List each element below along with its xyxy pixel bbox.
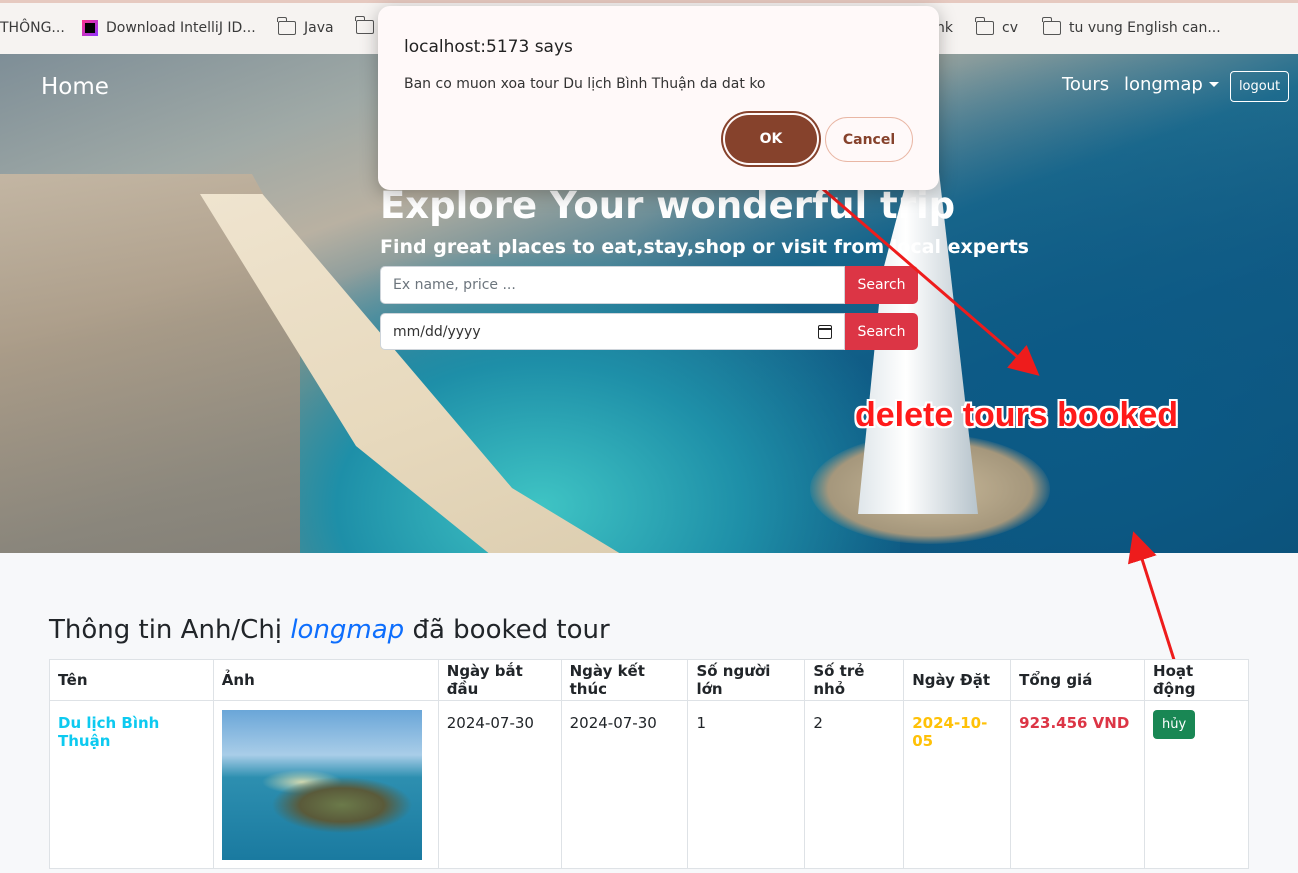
folder-icon	[975, 17, 994, 35]
children-cell: 2	[804, 700, 905, 869]
search-input[interactable]: Ex name, price ...	[380, 266, 845, 304]
column-header: Tổng giá	[1010, 659, 1146, 701]
tour-name-link[interactable]: Du lịch Bình Thuận	[58, 714, 159, 750]
calendar-icon[interactable]	[818, 324, 832, 339]
intellij-icon	[82, 20, 98, 36]
nav-user-dropdown[interactable]: longmap	[1124, 74, 1219, 95]
column-header: Ảnh	[212, 659, 439, 701]
column-header: Số người lớn	[687, 659, 806, 701]
column-header: Ngày kết thúc	[560, 659, 689, 701]
bookings-title: Thông tin Anh/Chị longmap đã booked tour	[49, 615, 610, 645]
search-button[interactable]: Search	[845, 266, 918, 304]
search-date-button[interactable]: Search	[845, 313, 918, 350]
date-input[interactable]: mm/dd/yyyy	[380, 313, 845, 350]
dialog-cancel-button[interactable]: Cancel	[825, 117, 913, 162]
table-row: Du lịch Bình Thuận 2024-07-30 2024-07-30…	[49, 700, 1249, 869]
booked-date: 2024-10-05	[912, 714, 988, 750]
bookmark-label: Download IntelliJ ID...	[106, 20, 256, 36]
logout-button[interactable]: logout	[1230, 71, 1289, 102]
folder-icon	[277, 17, 296, 35]
end-date-cell: 2024-07-30	[560, 700, 689, 869]
bookings-title-prefix: Thông tin Anh/Chị	[49, 615, 283, 645]
tour-photo	[221, 710, 422, 860]
folder-icon	[355, 16, 374, 34]
chevron-down-icon	[1208, 82, 1219, 87]
date-placeholder: mm/dd/yyyy	[393, 323, 481, 340]
column-header: Ngày bắt đầu	[437, 659, 562, 701]
folder-icon	[1042, 17, 1061, 35]
hero-title: Explore Your wonderful trip	[380, 184, 956, 227]
bookmark-item[interactable]: THÔNG...	[0, 20, 65, 36]
nav-tours-link[interactable]: Tours	[1062, 74, 1109, 95]
bookmark-folder[interactable]	[355, 16, 374, 34]
bookmark-label: THÔNG...	[0, 20, 65, 36]
nav-user-label: longmap	[1124, 74, 1203, 95]
bookmark-label: Java	[304, 20, 334, 36]
bookmark-intellij[interactable]: Download IntelliJ ID...	[82, 20, 256, 36]
column-header: Hoạt động	[1144, 659, 1249, 701]
bookmark-folder-english[interactable]: tu vung English can...	[1042, 17, 1221, 36]
hero-subtitle: Find great places to eat,stay,shop or vi…	[380, 236, 1029, 258]
dialog-title: localhost:5173 says	[404, 37, 573, 57]
adults-cell: 1	[687, 700, 806, 869]
search-placeholder: Ex name, price ...	[393, 277, 516, 293]
bookings-title-suffix: đã booked tour	[412, 615, 610, 645]
nav-home-link[interactable]: Home	[41, 74, 109, 100]
table-header-row: Tên Ảnh Ngày bắt đầu Ngày kết thúc Số ng…	[49, 659, 1249, 701]
dialog-ok-button[interactable]: OK	[725, 115, 817, 163]
cancel-booking-button[interactable]: hủy	[1153, 710, 1196, 739]
start-date-cell: 2024-07-30	[437, 700, 562, 869]
column-header: Số trẻ nhỏ	[804, 659, 905, 701]
column-header: Ngày Đặt	[903, 659, 1012, 701]
bookmark-folder-cv[interactable]: cv	[975, 17, 1018, 36]
dialog-message: Ban co muon xoa tour Du lịch Bình Thuận …	[404, 76, 766, 92]
annotation-label: delete tours booked	[855, 396, 1179, 434]
bookmark-folder-java[interactable]: Java	[277, 17, 334, 36]
bookings-table: Tên Ảnh Ngày bắt đầu Ngày kết thúc Số ng…	[49, 659, 1249, 869]
bookings-title-user: longmap	[290, 615, 405, 645]
confirm-dialog: localhost:5173 says Ban co muon xoa tour…	[378, 6, 939, 190]
bookmark-label: cv	[1002, 20, 1018, 36]
total-price: 923.456 VND	[1019, 714, 1130, 732]
bookmark-label: tu vung English can...	[1069, 20, 1221, 36]
column-header: Tên	[49, 659, 214, 701]
